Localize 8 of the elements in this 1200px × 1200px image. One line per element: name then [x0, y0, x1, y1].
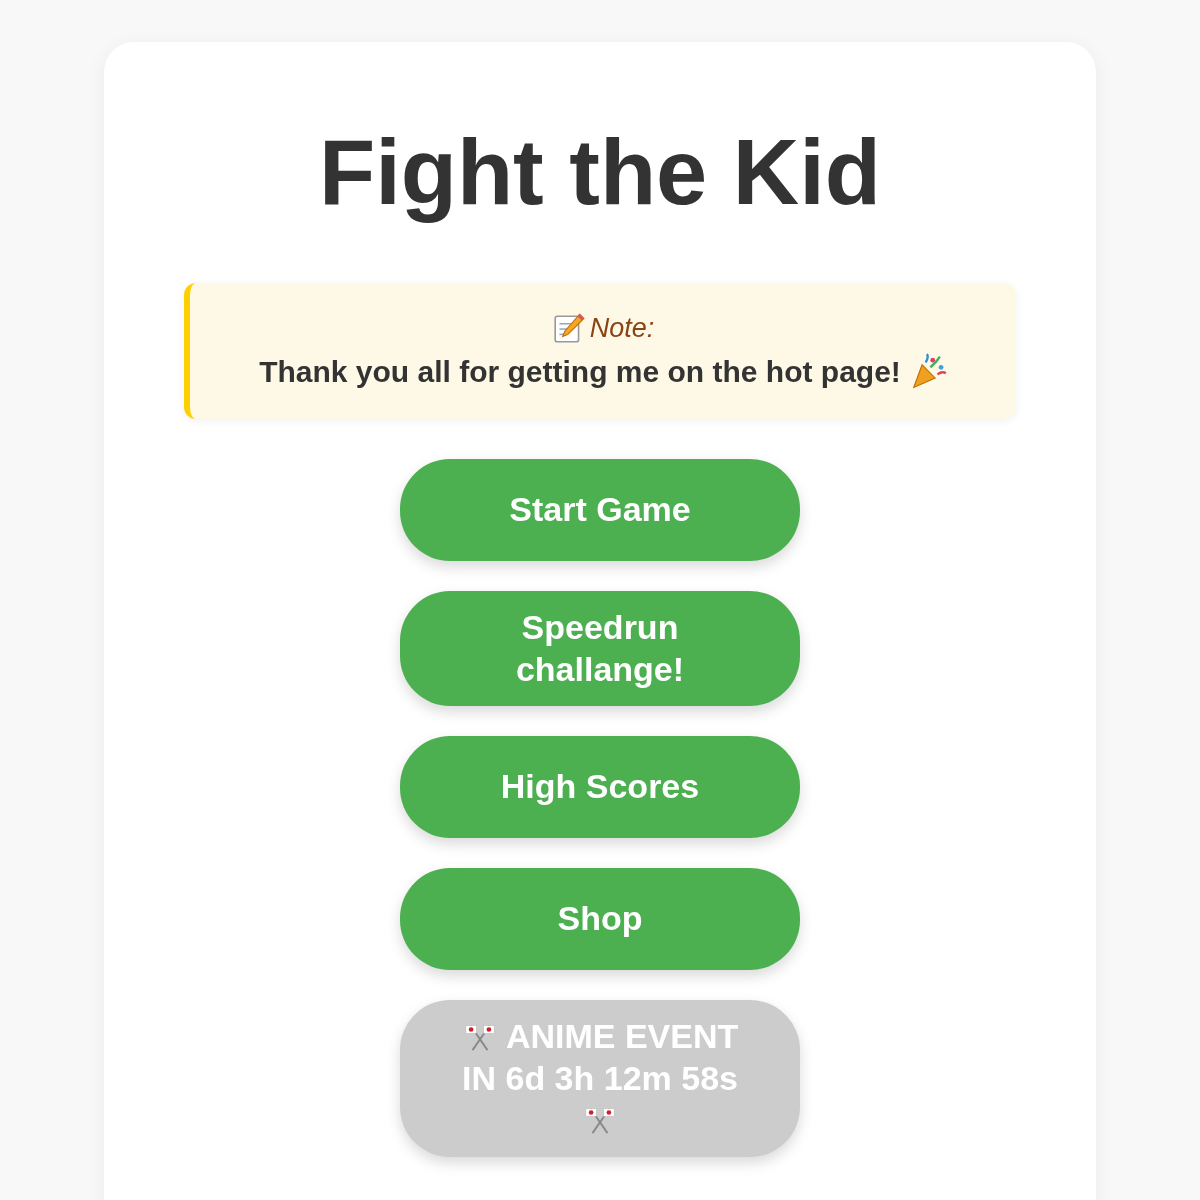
memo-pencil-icon [551, 311, 586, 346]
menu-button[interactable]: Shop [400, 868, 800, 971]
menu-button[interactable]: High Scores [400, 736, 800, 839]
note-message: Thank you all for getting me on the hot page! [259, 355, 901, 390]
game-title: Fight the Kid [317, 122, 883, 224]
menu-button[interactable]: Start Game [400, 459, 800, 562]
note-label: Note: [589, 312, 655, 344]
menu-button[interactable]: Speedrun challange! [400, 591, 800, 707]
